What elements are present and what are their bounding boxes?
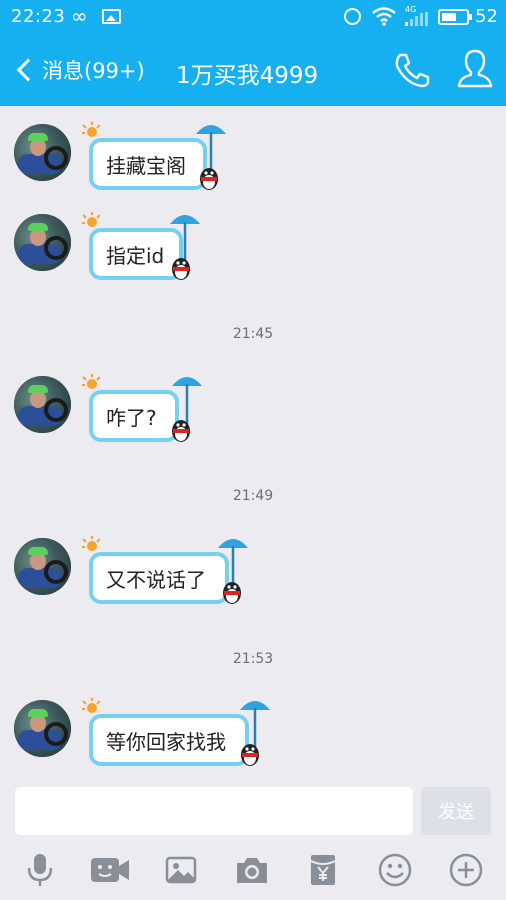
message-bubble[interactable]: 咋了? xyxy=(89,390,179,442)
back-button[interactable]: 消息(99+) xyxy=(12,52,145,88)
avatar[interactable] xyxy=(14,124,71,181)
avatar[interactable] xyxy=(14,376,71,433)
emoji-icon[interactable] xyxy=(375,850,415,890)
message-text: 挂藏宝阁 xyxy=(106,153,186,178)
message-timestamp: 21:45 xyxy=(232,326,274,342)
battery-level: 52 xyxy=(475,6,498,27)
message-list[interactable]: 挂藏宝阁 指定id 21:45 咋了? 21:49 又不说话了 21:53 等你… xyxy=(0,106,506,780)
message-row: 指定id xyxy=(0,210,506,290)
phone-call-icon[interactable] xyxy=(392,52,432,88)
image-icon[interactable] xyxy=(161,850,201,890)
message-timestamp: 21:53 xyxy=(232,651,274,667)
chat-header: 消息(99+) 1万买我4999 xyxy=(0,34,506,106)
message-row: 等你回家找我 xyxy=(0,696,506,776)
back-label: 消息(99+) xyxy=(42,59,145,83)
avatar[interactable] xyxy=(14,700,71,757)
avatar[interactable] xyxy=(14,214,71,271)
red-packet-icon[interactable] xyxy=(303,850,343,890)
plus-icon[interactable] xyxy=(446,850,486,890)
wifi-icon xyxy=(372,7,396,26)
signal-strength-icon xyxy=(405,12,431,26)
penguin-decoration-icon xyxy=(241,744,259,766)
penguin-decoration-icon xyxy=(172,258,190,280)
penguin-decoration-icon xyxy=(223,582,241,604)
message-row: 咋了? xyxy=(0,372,506,452)
sun-decoration-icon xyxy=(82,212,100,227)
send-button[interactable]: 发送 xyxy=(421,787,491,835)
sun-decoration-icon xyxy=(82,122,100,137)
message-bubble[interactable]: 等你回家找我 xyxy=(89,714,249,766)
message-text: 又不说话了 xyxy=(106,567,206,592)
message-text: 指定id xyxy=(106,243,165,268)
message-text: 等你回家找我 xyxy=(106,729,226,754)
message-bubble[interactable]: 又不说话了 xyxy=(89,552,229,604)
battery-icon xyxy=(438,9,472,25)
video-call-icon[interactable] xyxy=(90,850,130,890)
composer: 发送 xyxy=(0,780,506,900)
alarm-icon xyxy=(344,8,361,25)
sun-decoration-icon xyxy=(82,698,100,713)
chat-title: 1万买我4999 xyxy=(176,63,319,89)
profile-icon[interactable] xyxy=(456,48,494,90)
status-time: 22:23 xyxy=(11,6,66,27)
camera-icon[interactable] xyxy=(232,850,272,890)
sun-decoration-icon xyxy=(82,374,100,389)
penguin-decoration-icon xyxy=(172,420,190,442)
chevron-left-icon xyxy=(16,58,40,82)
message-text: 咋了? xyxy=(106,405,157,430)
status-bar: 22:23 ∞ 4G 52 xyxy=(0,0,506,34)
sun-decoration-icon xyxy=(82,536,100,551)
message-row: 又不说话了 xyxy=(0,534,506,614)
message-bubble[interactable]: 挂藏宝阁 xyxy=(89,138,207,190)
picture-notification-icon xyxy=(102,9,121,24)
microphone-icon[interactable] xyxy=(20,850,60,890)
message-timestamp: 21:49 xyxy=(232,488,274,504)
message-input[interactable] xyxy=(15,787,413,835)
composer-toolbar xyxy=(0,850,506,890)
message-row: 挂藏宝阁 xyxy=(0,120,506,200)
infinity-icon: ∞ xyxy=(71,4,88,28)
penguin-decoration-icon xyxy=(200,168,218,190)
avatar[interactable] xyxy=(14,538,71,595)
